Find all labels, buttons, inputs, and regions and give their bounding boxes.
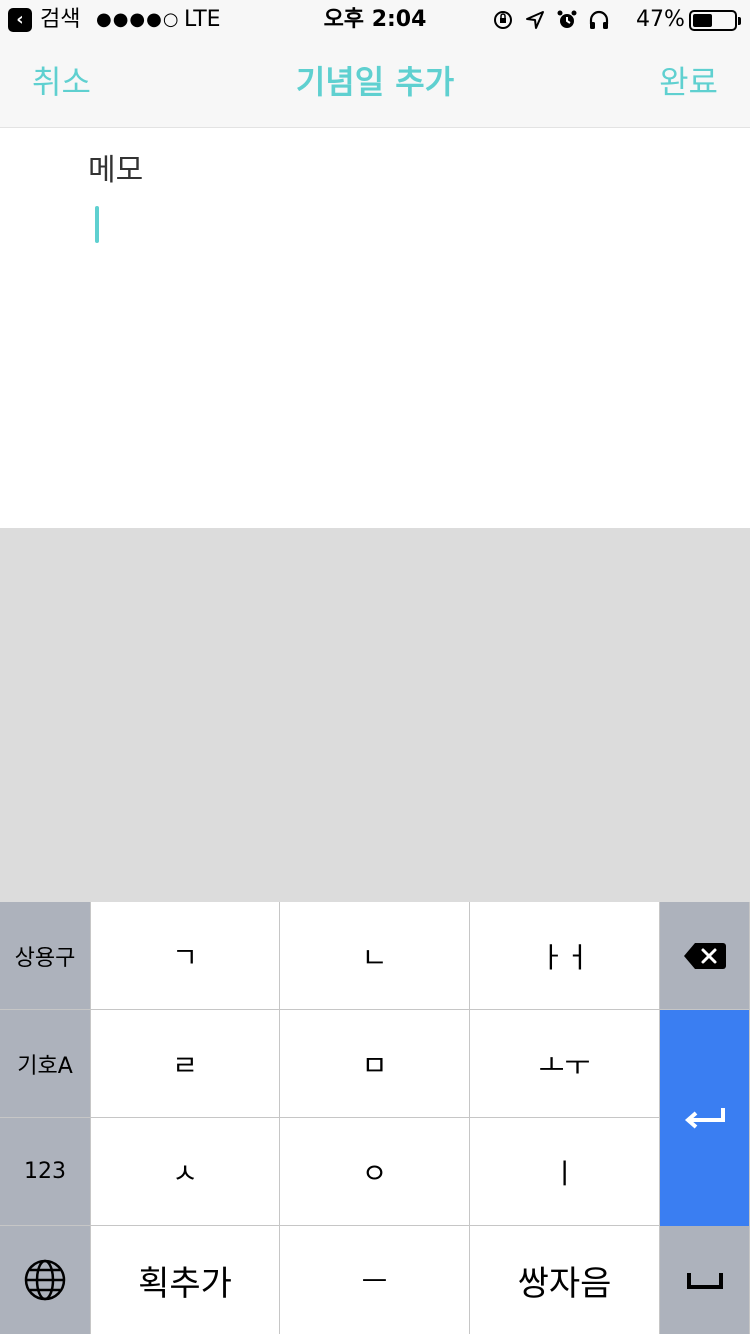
navigation-bar: 취소 기념일 추가 완료: [0, 40, 750, 128]
space-icon: [686, 1273, 723, 1289]
key-ieung[interactable]: ㅇ: [280, 1118, 470, 1226]
battery-icon: [689, 10, 741, 31]
return-button[interactable]: [660, 1010, 750, 1226]
key-rieul[interactable]: ㄹ: [91, 1010, 280, 1118]
alarm-icon: [557, 10, 577, 28]
key-a-eo[interactable]: ㅏㅓ: [470, 902, 660, 1010]
key-nieun[interactable]: ㄴ: [280, 902, 470, 1010]
location-arrow-icon: [526, 11, 544, 29]
key-symbols[interactable]: 기호A: [0, 1010, 91, 1118]
key-phrases[interactable]: 상용구: [0, 902, 91, 1010]
key-o-u[interactable]: ㅗㅜ: [470, 1010, 660, 1118]
key-eu[interactable]: ㅡ: [280, 1226, 470, 1334]
headphones-icon: [589, 10, 609, 29]
key-siot[interactable]: ㅅ: [91, 1118, 280, 1226]
key-add-stroke[interactable]: 획추가: [91, 1226, 280, 1334]
key-double-consonant[interactable]: 쌍자음: [470, 1226, 660, 1334]
return-icon: [684, 1108, 725, 1129]
orientation-lock-icon: [494, 11, 512, 29]
korean-keyboard: 상용구 ㄱ ㄴ ㅏㅓ 기호A ㄹ ㅁ ㅗㅜ 123 ㅅ ㅇ ㅣ 획추가 ㅡ 쌍자…: [0, 902, 750, 1334]
key-giyeok[interactable]: ㄱ: [91, 902, 280, 1010]
status-bar: ‹ 검색 ●●●●○ LTE 오후 2:04 47%: [0, 0, 750, 40]
memo-editor[interactable]: 메모: [0, 129, 750, 528]
battery-fill: [693, 14, 712, 27]
status-icons: [492, 8, 610, 32]
globe-icon: [24, 1259, 66, 1301]
page-title: 기념일 추가: [295, 63, 455, 101]
text-cursor: [95, 206, 99, 243]
key-i[interactable]: ㅣ: [470, 1118, 660, 1226]
globe-button[interactable]: [0, 1226, 91, 1334]
blank-area: [0, 528, 750, 902]
memo-label: 메모: [88, 153, 144, 188]
delete-button[interactable]: [660, 902, 750, 1010]
key-mieum[interactable]: ㅁ: [280, 1010, 470, 1118]
battery-percent: 47%: [636, 7, 685, 32]
space-button[interactable]: [660, 1226, 750, 1334]
key-numbers[interactable]: 123: [0, 1118, 91, 1226]
delete-icon: [683, 942, 726, 969]
done-button[interactable]: 완료: [659, 60, 718, 104]
